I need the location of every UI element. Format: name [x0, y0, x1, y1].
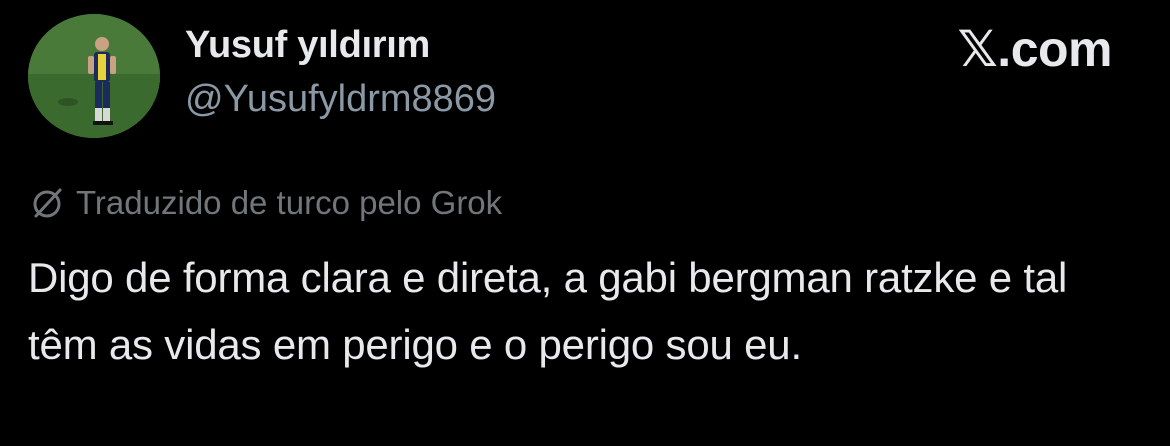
author-display-name[interactable]: Yusuf yıldırım — [185, 24, 430, 67]
translation-notice[interactable]: Traduzido de turco pelo Grok — [30, 182, 502, 224]
tweet-text: Digo de forma clara e direta, a gabi ber… — [28, 254, 1068, 368]
avatar-photo — [28, 14, 160, 138]
grok-icon — [30, 185, 66, 221]
author-handle[interactable]: @Yusufyldrm8869 — [185, 78, 496, 121]
x-logo: 𝕏.com — [957, 21, 1113, 77]
avatar[interactable] — [28, 14, 160, 138]
translation-label: Traduzido de turco pelo Grok — [76, 184, 503, 221]
